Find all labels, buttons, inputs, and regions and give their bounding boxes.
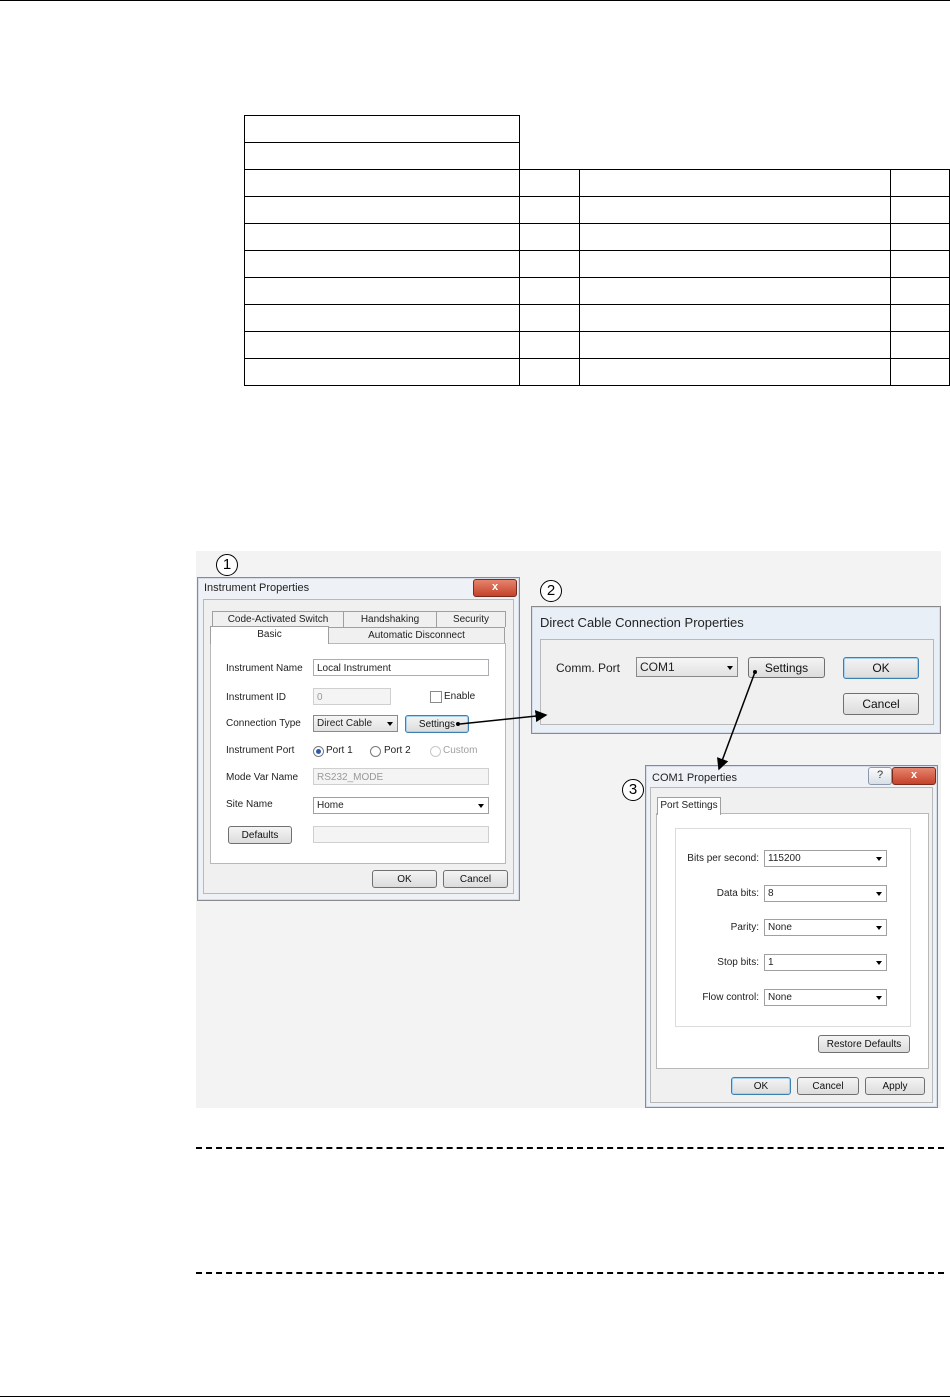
footer-rule <box>0 1396 950 1397</box>
header-rule <box>0 0 950 1</box>
table-row <box>244 304 950 332</box>
table-row <box>244 169 950 197</box>
table-row <box>244 331 950 359</box>
note-rule-bottom <box>196 1272 944 1274</box>
arrow-start-dot <box>456 722 460 726</box>
connector-arrows <box>456 670 757 771</box>
arrow-start-dot <box>753 670 757 674</box>
table-row <box>244 250 950 278</box>
table-cell <box>244 142 520 170</box>
table-row <box>244 223 950 251</box>
table-row <box>244 277 950 305</box>
table-cell <box>244 115 520 143</box>
table-row <box>244 115 950 143</box>
arrow-to-com1 <box>717 671 756 771</box>
table-row <box>244 142 950 170</box>
table-row <box>244 358 950 386</box>
arrow-to-direct-cable <box>459 710 548 725</box>
blank-table <box>244 115 950 386</box>
table-row <box>244 196 950 224</box>
note-rule-top <box>196 1147 944 1149</box>
